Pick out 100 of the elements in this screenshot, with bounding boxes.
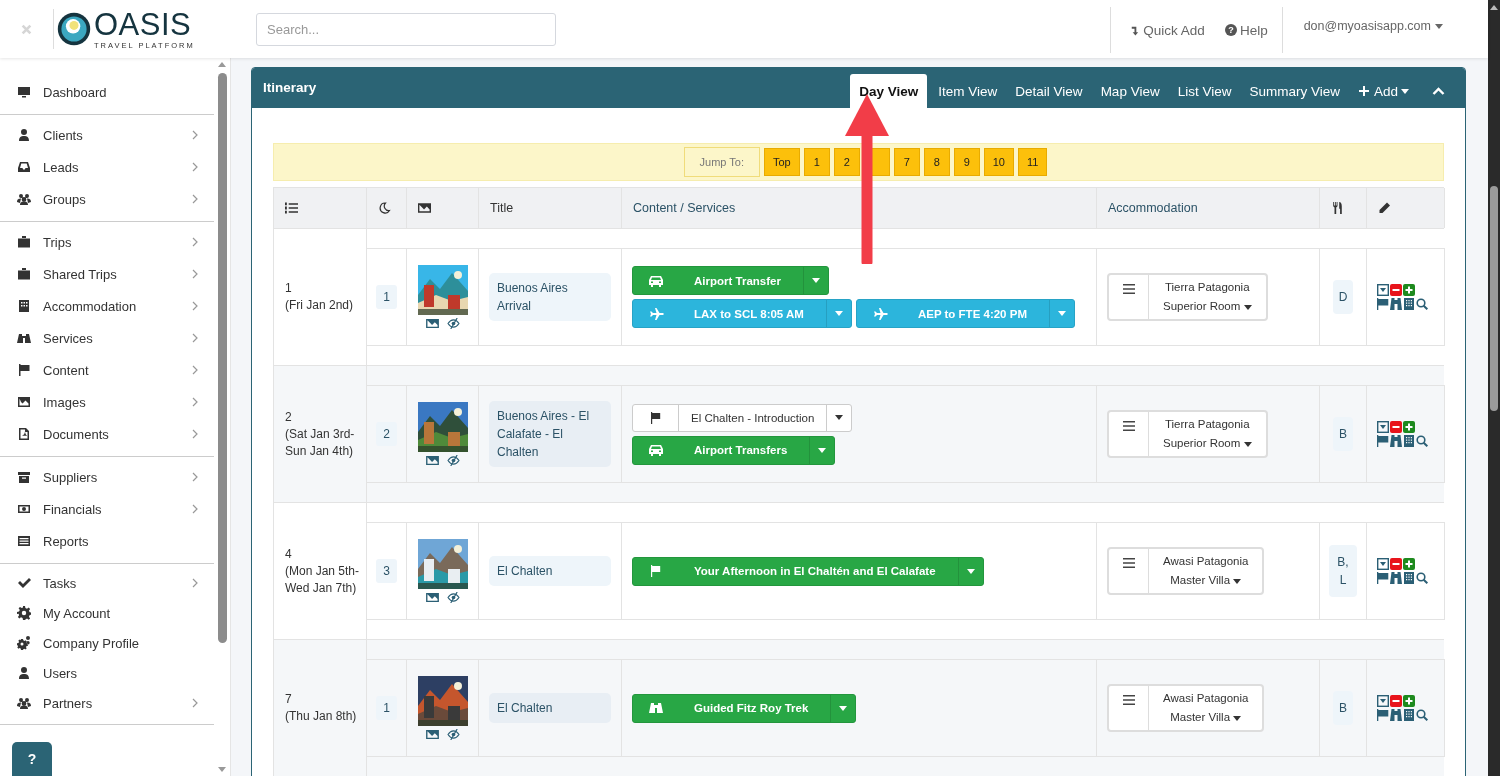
header-link[interactable]: Quick Add <box>1129 22 1205 38</box>
binoculars-icon[interactable] <box>1390 572 1402 584</box>
dropdown-icon[interactable] <box>1377 284 1389 296</box>
remove-icon[interactable] <box>1390 284 1402 296</box>
sidebar-item[interactable]: Partners <box>0 688 214 718</box>
sidebar-item[interactable]: Company Profile <box>0 628 214 658</box>
accommodation-selector[interactable]: Awasi Patagonia Master Villa <box>1107 684 1265 732</box>
search-icon[interactable] <box>1416 572 1428 584</box>
binoculars-icon[interactable] <box>1390 709 1402 721</box>
jump-button[interactable]: 7 <box>893 148 920 176</box>
view-tab[interactable]: Item View <box>929 74 1007 108</box>
collapse-icon[interactable] <box>1432 87 1445 95</box>
accommodation-selector[interactable]: Awasi Patagonia Master Villa <box>1107 547 1265 595</box>
header-link[interactable]: ? Help <box>1224 22 1268 38</box>
add-icon[interactable] <box>1403 284 1415 296</box>
dropdown-icon[interactable] <box>1377 558 1389 570</box>
sidebar-item[interactable]: Tasks <box>0 568 214 598</box>
sidebar-item[interactable]: Content <box>0 354 214 386</box>
sidebar-item[interactable]: Financials <box>0 493 214 525</box>
eye-slash-icon[interactable] <box>446 318 460 329</box>
day-number: 7 <box>285 691 293 708</box>
sidebar-item[interactable]: Services <box>0 322 214 354</box>
meals-badge: B <box>1333 417 1353 451</box>
image-icon[interactable] <box>425 318 439 329</box>
day-number: 2 <box>285 408 293 426</box>
remove-icon[interactable] <box>1390 558 1402 570</box>
binoculars-icon[interactable] <box>1390 298 1402 310</box>
day-dates: (Thu Jan 8th) <box>285 708 358 725</box>
add-icon[interactable] <box>1403 695 1415 707</box>
jump-button[interactable]: 2 <box>833 148 860 176</box>
service-button[interactable]: El Chalten - Introduction <box>632 403 853 432</box>
sidebar-item[interactable]: Images <box>0 386 214 418</box>
sidebar-item[interactable]: Reports <box>0 525 214 557</box>
day-title[interactable]: Buenos Aires Arrival <box>489 273 611 321</box>
scroll-thumb[interactable] <box>217 73 227 643</box>
scroll-down-icon[interactable] <box>218 767 226 772</box>
day-title[interactable]: El Chalten <box>489 556 611 586</box>
jump-button[interactable]: Top <box>764 148 800 176</box>
jump-button[interactable]: 9 <box>953 148 980 176</box>
sidebar-item[interactable]: Documents <box>0 418 214 450</box>
sidebar-item[interactable]: Dashboard <box>0 76 214 108</box>
view-tab[interactable]: Summary View <box>1240 74 1349 108</box>
view-tab[interactable]: Map View <box>1091 74 1169 108</box>
scrollbar[interactable] <box>1488 0 1500 776</box>
search-icon[interactable] <box>1416 709 1428 721</box>
image-icon[interactable] <box>425 592 439 603</box>
remove-icon[interactable] <box>1390 695 1402 707</box>
plane-icon <box>871 307 888 320</box>
flag-icon[interactable] <box>1377 298 1389 310</box>
building-icon[interactable] <box>1403 435 1415 447</box>
sidebar-item[interactable]: Suppliers <box>0 461 214 493</box>
sidebar-item[interactable]: Shared Trips <box>0 258 214 290</box>
sidebar-item[interactable]: Trips <box>0 226 214 258</box>
eye-slash-icon[interactable] <box>446 455 460 466</box>
image-icon[interactable] <box>425 455 439 466</box>
pencil-icon <box>1378 202 1391 214</box>
gears-icon <box>17 636 31 650</box>
sidebar-item[interactable]: Clients <box>0 119 214 151</box>
eye-slash-icon[interactable] <box>446 729 460 740</box>
add-menu[interactable]: Add <box>1348 74 1418 108</box>
remove-icon[interactable] <box>1390 421 1402 433</box>
flag-icon[interactable] <box>1377 435 1389 447</box>
view-tab[interactable]: Detail View <box>1006 74 1092 108</box>
view-tab[interactable]: Day View <box>850 74 928 108</box>
accommodation-selector[interactable]: Tierra Patagonia Superior Room <box>1107 410 1268 458</box>
sidebar-item[interactable]: Accommodation <box>0 290 214 322</box>
add-icon[interactable] <box>1403 421 1415 433</box>
jump-label: Jump To: <box>683 147 760 177</box>
scroll-up-icon[interactable] <box>1490 5 1498 10</box>
sidebar-item[interactable]: Users <box>0 658 214 688</box>
search-icon[interactable] <box>1416 298 1428 310</box>
add-icon[interactable] <box>1403 558 1415 570</box>
day-title[interactable]: El Chalten <box>489 693 611 723</box>
jump-button[interactable]: 11 <box>1018 148 1048 176</box>
jump-button[interactable]: 10 <box>983 148 1014 176</box>
dropdown-icon[interactable] <box>1377 695 1389 707</box>
users-icon <box>17 192 31 206</box>
sidebar-item[interactable]: Groups <box>0 183 214 215</box>
help-button[interactable]: ? <box>12 742 52 776</box>
search-field[interactable]: Search... <box>256 12 556 46</box>
building-icon[interactable] <box>1403 572 1415 584</box>
day-dates: (Fri Jan 2nd) <box>285 297 355 314</box>
eye-slash-icon[interactable] <box>446 592 460 603</box>
building-icon[interactable] <box>1403 709 1415 721</box>
jump-button[interactable]: 8 <box>923 148 950 176</box>
building-icon[interactable] <box>1403 298 1415 310</box>
image-icon[interactable] <box>425 729 439 740</box>
accommodation-selector[interactable]: Tierra Patagonia Superior Room <box>1107 273 1268 321</box>
user-menu[interactable]: don@myoasisapp.com <box>1282 19 1488 33</box>
sidebar-item[interactable]: My Account <box>0 598 214 628</box>
dropdown-icon[interactable] <box>1377 421 1389 433</box>
jump-button[interactable]: 1 <box>803 148 830 176</box>
day-title[interactable]: Buenos Aires - El Calafate - El Chalten <box>489 401 611 467</box>
flag-icon[interactable] <box>1377 709 1389 721</box>
view-tab[interactable]: List View <box>1168 74 1241 108</box>
sidebar-item[interactable]: Leads <box>0 151 214 183</box>
search-icon[interactable] <box>1416 435 1428 447</box>
scroll-thumb[interactable] <box>1490 186 1498 411</box>
flag-icon[interactable] <box>1377 572 1389 584</box>
binoculars-icon[interactable] <box>1390 435 1402 447</box>
